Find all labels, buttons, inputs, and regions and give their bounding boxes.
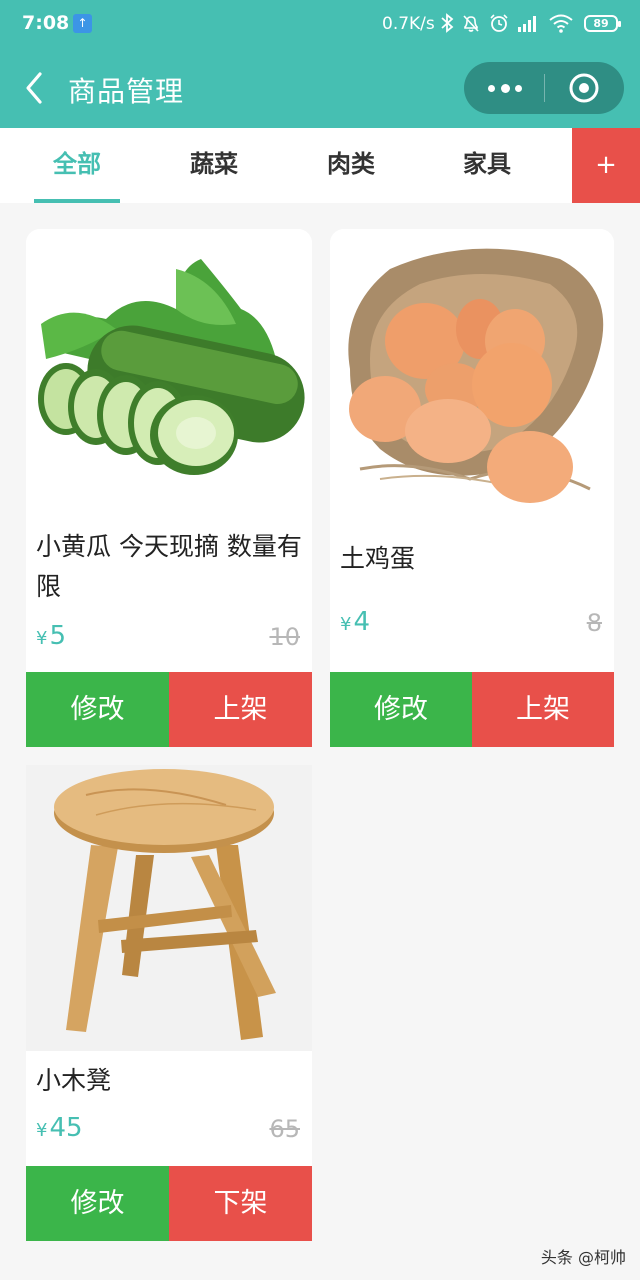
more-dots-icon [488,85,495,92]
mute-bell-icon [463,15,479,32]
product-name: 小木凳 [36,1066,112,1095]
header-bar: 7:08 ↑ 0.7K/s 89 商品管理 [0,0,640,128]
upload-icon: ↑ [73,14,92,33]
network-speed: 0.7K/s [382,14,435,34]
status-bar: 7:08 ↑ 0.7K/s 89 [0,0,640,48]
tab-label: 全部 [53,150,101,178]
tab-furniture[interactable]: 家具 [444,128,530,203]
product-price: ¥5 [36,621,66,651]
edit-button[interactable]: 修改 [26,1166,169,1241]
original-price: 10 [269,623,300,651]
product-card[interactable]: 土鸡蛋 ¥4 8 修改 上架 [330,229,614,747]
edit-button[interactable]: 修改 [26,672,169,747]
target-close-icon [569,73,599,103]
original-price: 65 [269,1115,300,1143]
edit-button[interactable]: 修改 [330,672,472,747]
more-dots-icon [515,85,522,92]
price-value: 5 [49,621,66,651]
stool-image [26,765,312,1051]
price-value: 45 [49,1113,83,1143]
watermark: 头条 @柯帅 [540,1248,626,1267]
product-price: ¥45 [36,1113,83,1143]
active-tab-indicator [34,199,120,203]
more-dots-icon [501,84,510,93]
currency-symbol: ¥ [36,628,48,649]
chevron-left-icon [26,72,42,104]
original-price: 8 [586,609,602,637]
close-miniprogram-button[interactable] [544,62,624,114]
shelf-toggle-button[interactable]: 下架 [169,1166,312,1241]
tab-meat[interactable]: 肉类 [308,128,394,203]
shelf-toggle-button[interactable]: 上架 [169,672,312,747]
page-title: 商品管理 [68,75,185,108]
tab-label: 肉类 [327,150,375,178]
currency-symbol: ¥ [36,1120,48,1141]
battery-level: 89 [593,17,609,30]
category-tabs: 全部 蔬菜 肉类 家具 + [0,128,640,203]
tab-vegetables[interactable]: 蔬菜 [171,128,257,203]
cucumber-image [26,229,312,509]
back-button[interactable] [18,66,52,110]
bluetooth-icon [441,13,454,33]
battery-indicator: 89 [584,15,621,32]
product-price: ¥4 [340,607,370,637]
tab-label: 家具 [463,150,511,178]
price-value: 4 [353,607,370,637]
product-card[interactable]: 小木凳 ¥45 65 修改 下架 [26,765,312,1241]
more-menu-button[interactable] [464,62,544,114]
add-category-button[interactable]: + [572,128,640,203]
status-time: 7:08 [22,12,70,34]
miniprogram-capsule [464,62,624,114]
wifi-icon [549,14,573,33]
product-card[interactable]: 小黄瓜 今天现摘 数量有限 ¥5 10 修改 上架 [26,229,312,747]
plus-icon: + [595,150,617,180]
product-name: 小黄瓜 今天现摘 数量有限 [36,532,302,601]
product-name: 土鸡蛋 [340,544,416,573]
tab-all[interactable]: 全部 [34,128,120,203]
eggs-image [330,229,614,509]
tab-label: 蔬菜 [190,150,238,178]
shelf-toggle-button[interactable]: 上架 [472,672,614,747]
currency-symbol: ¥ [340,614,352,635]
alarm-icon [490,14,508,32]
signal-icon [518,16,536,32]
navigation-bar: 商品管理 [0,56,640,120]
